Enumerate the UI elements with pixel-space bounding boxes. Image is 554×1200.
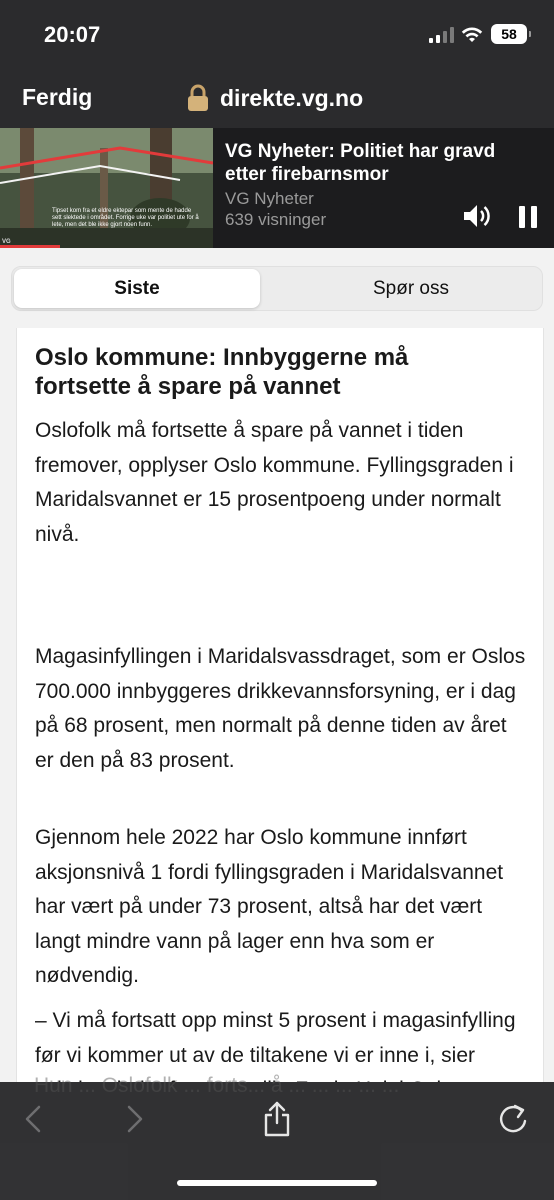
tab-switcher: Siste Spør oss <box>11 266 543 311</box>
thumbnail-image <box>0 128 213 248</box>
article-paragraph: Magasinfyllingen i Maridalsvassdraget, s… <box>35 645 526 772</box>
speaker-icon[interactable] <box>462 202 492 230</box>
url-text: direkte.vg.no <box>220 84 364 111</box>
wifi-icon <box>461 27 483 42</box>
status-time: 20:07 <box>44 22 101 47</box>
article-paragraph: Oslofolk må fortsette å spare på vannet … <box>35 419 514 546</box>
video-views: 639 visninger <box>225 210 327 229</box>
video-thumbnail[interactable]: Tipset kom fra et eldre ektepar som ment… <box>0 128 213 248</box>
done-button[interactable]: Ferdig <box>22 84 92 111</box>
video-title: VG Nyheter: Politiet har gravd etter fir… <box>225 141 496 185</box>
video-channel: VG Nyheter <box>225 189 314 208</box>
article-peek-text: Hun ... Oslofolk ... forts... å ... ... … <box>34 1074 400 1097</box>
status-bar: 20:07 58 <box>0 0 554 70</box>
article-card: Oslo kommune: Innbyggerne må fortsette å… <box>16 328 544 1082</box>
url-display[interactable]: direkte.vg.no <box>186 82 363 114</box>
thumbnail-caption: Tipset kom fra et eldre ektepar som ment… <box>52 208 199 228</box>
tab-spor-oss[interactable]: Spør oss <box>278 278 544 300</box>
article-paragraph: – Vi må fortsatt opp minst 5 prosent i m… <box>35 1009 516 1082</box>
home-indicator[interactable] <box>177 1180 377 1186</box>
lock-icon <box>188 84 208 111</box>
browser-toolbar: Ferdig direkte.vg.no <box>0 70 554 128</box>
article-paragraph: Gjennom hele 2022 har Oslo kommune innfø… <box>35 826 504 987</box>
forward-arrow-icon[interactable] <box>124 1104 146 1134</box>
battery-icon: 58 <box>491 24 531 44</box>
article-title: Oslo kommune: Innbyggerne må fortsette å… <box>35 344 409 400</box>
live-feed[interactable]: Siste Spør oss Oslo kommune: Innbyggerne… <box>0 248 554 1082</box>
cellular-signal-icon <box>429 27 455 43</box>
bottom-toolbar: Hun ... Oslofolk ... forts... å ... ... … <box>0 1074 554 1200</box>
thumbnail-logo: VG <box>2 239 11 245</box>
reload-icon[interactable] <box>497 1102 529 1136</box>
back-arrow-icon[interactable] <box>22 1104 44 1134</box>
share-icon[interactable] <box>262 1100 292 1138</box>
pause-icon[interactable] <box>517 206 539 228</box>
tab-siste[interactable]: Siste <box>14 278 260 300</box>
